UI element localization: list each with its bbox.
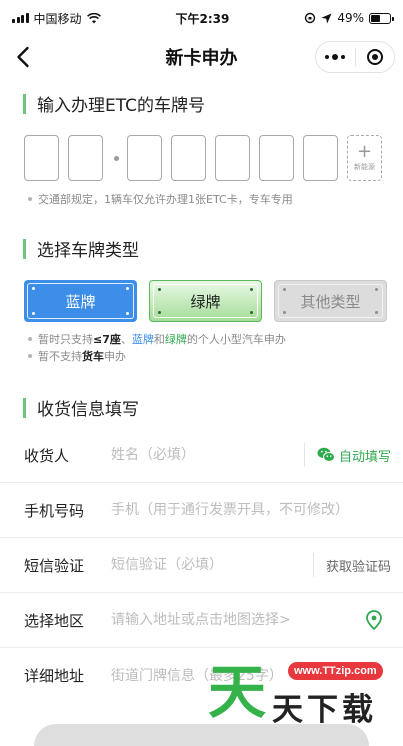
section-title: 输入办理ETC的车牌号: [37, 96, 205, 116]
phone-input[interactable]: [111, 502, 391, 518]
map-pin-icon: [366, 610, 382, 630]
more-button[interactable]: [316, 42, 355, 72]
plate-input-row: + 新能源: [0, 135, 403, 181]
plate-char-box-7[interactable]: [303, 135, 338, 181]
site-watermark: 天 天下载 www.TTzip.com: [208, 657, 398, 737]
plate-type-green-button[interactable]: 绿牌: [149, 280, 262, 322]
close-miniapp-button[interactable]: [356, 42, 395, 72]
section-plate-number: 输入办理ETC的车牌号: [0, 91, 403, 116]
plate-type-other-button[interactable]: 其他类型: [274, 280, 387, 322]
section-title: 收货信息填写: [37, 400, 139, 420]
plate-type-label: 绿牌: [190, 292, 221, 311]
recipient-name-input[interactable]: [111, 447, 298, 463]
more-dots-icon: [325, 54, 346, 60]
orientation-lock-icon: [305, 12, 316, 24]
new-energy-label: 新能源: [354, 163, 375, 171]
plate-char-box-6[interactable]: [259, 135, 294, 181]
form-row-sms: 短信验证 获取验证码: [0, 538, 403, 593]
plate-type-label: 蓝牌: [65, 292, 96, 311]
form-row-recipient: 收货人 自动填写: [0, 428, 403, 483]
status-time: 下午2:39: [175, 11, 230, 26]
status-bar: 中国移动 下午2:39 49%: [0, 0, 403, 36]
sms-code-input[interactable]: [111, 557, 307, 573]
new-energy-plate-button[interactable]: + 新能源: [347, 135, 382, 181]
plate-char-box-5[interactable]: [215, 135, 250, 181]
battery-icon: [368, 12, 394, 24]
phone-label: 手机号码: [24, 501, 85, 520]
region-label: 选择地区: [24, 611, 85, 630]
signal-icon: [12, 13, 29, 23]
status-right: 49%: [304, 11, 394, 25]
chevron-left-icon: [17, 46, 29, 68]
form-row-phone: 手机号码: [0, 483, 403, 538]
plate-type-label: 其他类型: [300, 292, 361, 311]
plate-type-blue-button[interactable]: 蓝牌: [24, 280, 137, 322]
plate-char-box-3[interactable]: [127, 135, 162, 181]
back-button[interactable]: [8, 42, 38, 72]
map-pick-button[interactable]: [363, 609, 385, 631]
plate-char-box-1[interactable]: [24, 135, 59, 181]
recipient-label: 收货人: [24, 446, 70, 465]
watermark-url: www.TTzip.com: [288, 662, 383, 680]
form-row-region: 选择地区: [0, 593, 403, 648]
wifi-icon: [86, 12, 101, 23]
page-title: 新卡申办: [165, 48, 238, 69]
sms-label: 短信验证: [24, 556, 85, 575]
auto-fill-button[interactable]: 自动填写: [317, 446, 391, 465]
section-delivery-info: 收货信息填写: [0, 395, 403, 420]
address-label: 详细地址: [24, 667, 85, 685]
plate-char-box-4[interactable]: [171, 135, 206, 181]
plate-rule-note: 交通部规定，1辆车仅允许办理1张ETC卡，专车专用: [0, 191, 403, 208]
plate-char-box-2[interactable]: [68, 135, 103, 181]
auto-fill-label: 自动填写: [338, 449, 391, 465]
watermark-text: 天下载: [272, 692, 377, 728]
target-icon: [366, 49, 383, 65]
section-title: 选择车牌类型: [37, 241, 139, 261]
battery-percent: 49%: [337, 11, 364, 25]
location-arrow-icon: [321, 13, 332, 23]
plate-type-note-2: 暂不支持货车申办: [0, 348, 403, 365]
plus-icon: +: [356, 141, 373, 162]
region-input[interactable]: [111, 612, 363, 628]
plate-separator-dot: [114, 155, 119, 161]
plate-type-options: 蓝牌 绿牌 其他类型: [0, 280, 403, 322]
watermark-big-char: 天: [208, 658, 267, 726]
plate-type-note-1: 暂时只支持≤7座、蓝牌和绿牌的个人小型汽车申办: [0, 331, 403, 348]
wechat-icon: [317, 447, 335, 462]
section-plate-type: 选择车牌类型: [0, 236, 403, 261]
status-left: 中国移动: [12, 10, 101, 27]
miniapp-capsule: [315, 41, 395, 73]
carrier-name: 中国移动: [33, 11, 82, 26]
get-code-button[interactable]: 获取验证码: [326, 556, 391, 575]
nav-bar: 新卡申办: [0, 36, 403, 78]
